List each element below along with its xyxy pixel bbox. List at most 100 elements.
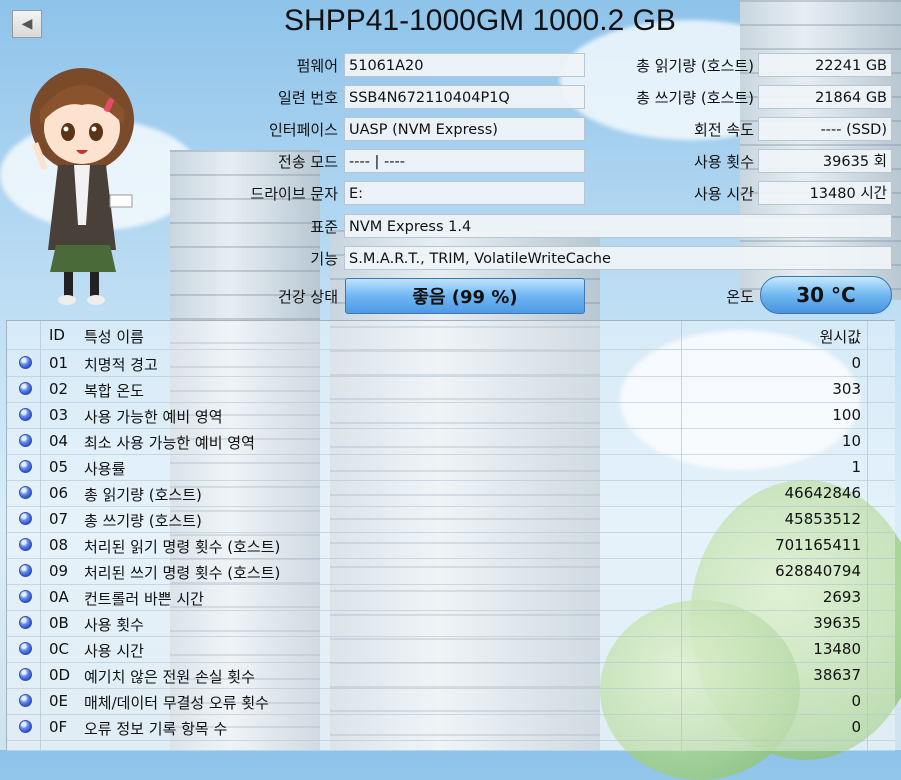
status-dot-icon [19, 460, 32, 473]
attribute-name: 치명적 경고 [84, 356, 158, 374]
raw-value: 45853512 [784, 510, 861, 528]
table-row[interactable]: 03 사용 가능한 예비 영역 100 [7, 402, 895, 429]
temperature-label: 온도 [726, 288, 754, 306]
transfer-mode-value: ---- | ---- [344, 149, 585, 173]
table-row[interactable]: 05 사용률 1 [7, 454, 895, 481]
drive-letter-value: E: [344, 181, 585, 205]
standard-label: 표준 [310, 218, 338, 236]
table-row[interactable]: 04 최소 사용 가능한 예비 영역 10 [7, 428, 895, 455]
attribute-name: 복합 온도 [84, 382, 144, 400]
host-reads-value: 22241 GB [758, 53, 892, 77]
health-status-button[interactable]: 좋음 (99 %) [345, 278, 585, 314]
attribute-id: 09 [49, 562, 69, 580]
back-button[interactable]: ◀ [12, 10, 42, 38]
attribute-name: 사용 가능한 예비 영역 [84, 408, 223, 426]
attribute-id: 02 [49, 380, 69, 398]
drive-title: SHPP41-1000GM 1000.2 GB [284, 4, 676, 37]
raw-value: 701165411 [775, 536, 861, 554]
power-hours-value: 13480 시간 [758, 181, 892, 205]
power-hours-label: 사용 시간 [694, 185, 754, 203]
header-id[interactable]: ID [49, 326, 65, 344]
attribute-id: 0A [49, 588, 69, 606]
status-dot-icon [19, 694, 32, 707]
status-dot-icon [19, 538, 32, 551]
raw-value: 13480 [813, 640, 861, 658]
header-raw-value[interactable]: 원시값 [820, 326, 861, 347]
drive-letter-label: 드라이브 문자 [250, 185, 338, 203]
mascot-illustration [30, 68, 134, 305]
table-row[interactable]: 0C 사용 시간 13480 [7, 636, 895, 663]
attribute-name: 총 쓰기량 (호스트) [84, 512, 202, 530]
status-dot-icon [19, 408, 32, 421]
raw-value: 0 [851, 354, 861, 372]
attribute-name: 최소 사용 가능한 예비 영역 [84, 434, 255, 452]
attribute-name: 예기치 않은 전원 손실 횟수 [84, 668, 255, 686]
raw-value: 628840794 [775, 562, 861, 580]
raw-value: 0 [851, 718, 861, 736]
attribute-name: 사용 횟수 [84, 616, 144, 634]
table-row[interactable]: 09 처리된 쓰기 명령 횟수 (호스트) 628840794 [7, 558, 895, 585]
raw-value: 39635 [813, 614, 861, 632]
table-row[interactable]: 06 총 읽기량 (호스트) 46642846 [7, 480, 895, 507]
table-row[interactable]: 0E 매체/데이터 무결성 오류 횟수 0 [7, 688, 895, 715]
raw-value: 1 [851, 458, 861, 476]
raw-value: 100 [832, 406, 861, 424]
table-row[interactable]: 0A 컨트롤러 바쁜 시간 2693 [7, 584, 895, 611]
attribute-id: 0F [49, 718, 68, 736]
attribute-id: 05 [49, 458, 69, 476]
raw-value: 0 [851, 692, 861, 710]
status-dot-icon [19, 382, 32, 395]
attribute-name: 사용률 [84, 460, 126, 478]
firmware-label: 펌웨어 [296, 57, 338, 75]
health-label: 건강 상태 [278, 288, 338, 306]
status-dot-icon [19, 720, 32, 733]
status-dot-icon [19, 434, 32, 447]
attribute-name: 처리된 읽기 명령 횟수 (호스트) [84, 538, 281, 556]
transfer-mode-label: 전송 모드 [278, 153, 338, 171]
serial-value: SSB4N672110404P1Q [344, 85, 585, 109]
status-dot-icon [19, 486, 32, 499]
attribute-id: 08 [49, 536, 69, 554]
table-row[interactable]: 01 치명적 경고 0 [7, 350, 895, 377]
attribute-name: 처리된 쓰기 명령 횟수 (호스트) [84, 564, 281, 582]
interface-label: 인터페이스 [268, 121, 338, 139]
status-dot-icon [19, 616, 32, 629]
interface-value: UASP (NVM Express) [344, 117, 585, 141]
raw-value: 303 [832, 380, 861, 398]
power-count-value: 39635 회 [758, 149, 892, 173]
features-label: 기능 [310, 250, 338, 268]
attribute-id: 01 [49, 354, 69, 372]
header-attribute-name[interactable]: 특성 이름 [84, 326, 144, 347]
table-row[interactable]: 0D 예기치 않은 전원 손실 횟수 38637 [7, 662, 895, 689]
table-row[interactable]: 02 복합 온도 303 [7, 376, 895, 403]
power-count-label: 사용 횟수 [694, 153, 754, 171]
attribute-id: 06 [49, 484, 69, 502]
smart-attributes-table[interactable]: ID 특성 이름 원시값 01 치명적 경고 0 02 복합 온도 303 03 사용 가능한… [6, 320, 895, 751]
status-dot-icon [19, 642, 32, 655]
left-arrow-icon: ◀ [21, 16, 33, 32]
attribute-name: 매체/데이터 무결성 오류 횟수 [84, 694, 269, 712]
attribute-id: 07 [49, 510, 69, 528]
serial-label: 일련 번호 [278, 89, 338, 107]
status-dot-icon [19, 356, 32, 369]
table-row[interactable]: 08 처리된 읽기 명령 횟수 (호스트) 701165411 [7, 532, 895, 559]
table-header: ID 특성 이름 원시값 [7, 321, 895, 350]
attribute-id: 04 [49, 432, 69, 450]
raw-value: 2693 [822, 588, 861, 606]
attribute-id: 0E [49, 692, 69, 710]
table-row[interactable]: 0B 사용 횟수 39635 [7, 610, 895, 637]
raw-value: 46642846 [784, 484, 861, 502]
attribute-name: 총 읽기량 (호스트) [84, 486, 202, 504]
table-row[interactable]: 07 총 쓰기량 (호스트) 45853512 [7, 506, 895, 533]
raw-value: 10 [841, 432, 861, 450]
features-value: S.M.A.R.T., TRIM, VolatileWriteCache [344, 246, 892, 270]
attribute-name: 컨트롤러 바쁜 시간 [84, 590, 204, 608]
attribute-id: 0C [49, 640, 70, 658]
standard-value: NVM Express 1.4 [344, 214, 892, 238]
attribute-name: 사용 시간 [84, 642, 144, 660]
host-writes-label: 총 쓰기량 (호스트) [636, 89, 754, 107]
table-row[interactable]: 0F 오류 정보 기록 항목 수 0 [7, 714, 895, 741]
attribute-name: 오류 정보 기록 항목 수 [84, 720, 228, 738]
temperature-button[interactable]: 30 °C [760, 276, 892, 314]
status-dot-icon [19, 668, 32, 681]
